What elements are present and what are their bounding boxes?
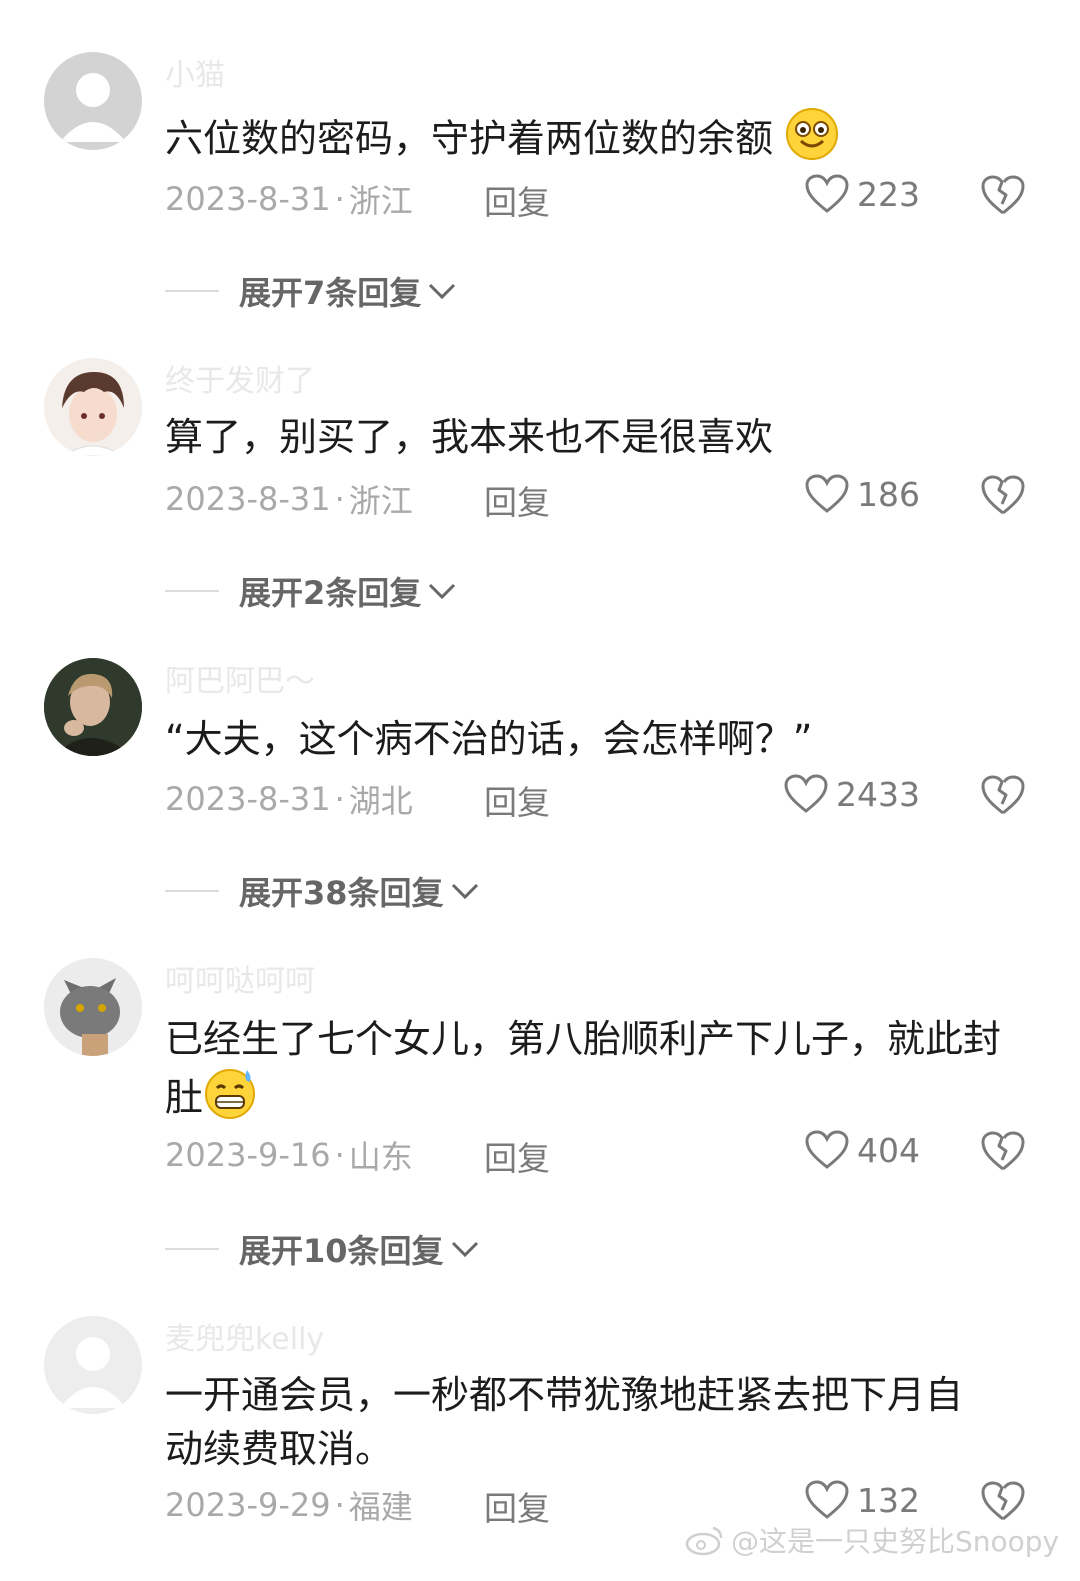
comment-date: 2023-8-31 <box>165 780 331 818</box>
broken-heart-icon <box>981 1131 1025 1171</box>
watermark-text: @这是一只史努比Snoopy <box>731 1525 1060 1558</box>
reply-button[interactable]: 回复 <box>484 176 550 224</box>
expand-replies-button[interactable]: 展开10条回复 <box>165 1226 480 1272</box>
reply-button[interactable]: 回复 <box>484 476 550 524</box>
expand-replies-label: 展开38条回复 <box>239 874 444 912</box>
avatar[interactable] <box>44 658 142 756</box>
like-button[interactable]: 2433 <box>784 774 920 814</box>
avatar[interactable] <box>44 52 142 150</box>
divider-line <box>165 590 219 592</box>
comment-date: 2023-9-29 <box>165 1486 331 1524</box>
username[interactable]: 小猫 <box>165 50 225 94</box>
cat-avatar-icon <box>44 958 142 1056</box>
like-button[interactable]: 132 <box>805 1480 920 1520</box>
like-count: 2433 <box>836 774 920 814</box>
comment-meta: 2023-8-31 · 湖北 <box>165 776 413 822</box>
expand-replies-button[interactable]: 展开7条回复 <box>165 268 457 314</box>
expand-replies-button[interactable]: 展开38条回复 <box>165 868 480 914</box>
comment-location: 山东 <box>348 1138 413 1176</box>
meta-separator: · <box>334 1486 345 1524</box>
dislike-button[interactable] <box>980 174 1026 220</box>
username[interactable]: 麦兜兜kelly <box>165 1314 324 1358</box>
like-count: 404 <box>857 1130 920 1170</box>
comment-date: 2023-8-31 <box>165 180 331 218</box>
meta-separator: · <box>334 1136 345 1174</box>
reply-button[interactable]: 回复 <box>484 1482 550 1530</box>
like-count: 223 <box>857 174 920 214</box>
meta-separator: · <box>334 180 345 218</box>
avatar[interactable] <box>44 1316 142 1414</box>
smiling-face-emoji-icon <box>785 107 839 175</box>
username[interactable]: 终于发财了 <box>165 356 315 400</box>
heart-outline-icon <box>805 1130 849 1169</box>
dislike-button[interactable] <box>980 774 1026 820</box>
chevron-down-icon <box>429 283 456 300</box>
comment-text: “大夫，这个病不治的话，会怎样啊？” <box>165 717 813 761</box>
comment-location: 浙江 <box>348 182 413 220</box>
comment-text: 六位数的密码，守护着两位数的余额 <box>165 107 1025 175</box>
like-button[interactable]: 404 <box>805 1130 920 1170</box>
broken-heart-icon <box>981 775 1025 815</box>
comment-meta: 2023-9-16 · 山东 <box>165 1132 413 1178</box>
comment-location: 湖北 <box>348 782 413 820</box>
expand-replies-label: 展开7条回复 <box>239 274 422 312</box>
default-avatar-icon <box>60 73 126 142</box>
comment-date: 2023-8-31 <box>165 480 331 518</box>
anime-boy-avatar-icon <box>44 358 142 456</box>
divider-line <box>165 290 219 292</box>
reply-button[interactable]: 回复 <box>484 1132 550 1180</box>
watermark: @这是一只史努比Snoopy <box>685 1520 1059 1560</box>
reply-button[interactable]: 回复 <box>484 776 550 824</box>
expand-replies-button[interactable]: 展开2条回复 <box>165 568 457 614</box>
photo-avatar-icon <box>44 658 142 756</box>
broken-heart-icon <box>981 1481 1025 1521</box>
avatar[interactable] <box>44 958 142 1056</box>
divider-line <box>165 890 219 892</box>
comment-meta: 2023-8-31 · 浙江 <box>165 176 413 222</box>
heart-outline-icon <box>784 774 828 813</box>
heart-outline-icon <box>805 474 849 513</box>
dislike-button[interactable] <box>980 1130 1026 1176</box>
like-button[interactable]: 186 <box>805 474 920 514</box>
comment-text: 算了，别买了，我本来也不是很喜欢 <box>165 415 774 459</box>
broken-heart-icon <box>981 475 1025 515</box>
comment-location: 福建 <box>348 1488 413 1526</box>
like-count: 186 <box>857 474 920 514</box>
comment-meta: 2023-8-31 · 浙江 <box>165 476 413 522</box>
comment-date: 2023-9-16 <box>165 1136 331 1174</box>
chevron-down-icon <box>451 1241 478 1258</box>
heart-outline-icon <box>805 1480 849 1519</box>
default-avatar-icon <box>44 1316 142 1414</box>
weibo-logo-icon <box>685 1526 723 1556</box>
username[interactable]: 阿巴阿巴～ <box>165 656 315 700</box>
chevron-down-icon <box>429 583 456 600</box>
chevron-down-icon <box>451 883 478 900</box>
expand-replies-label: 展开10条回复 <box>239 1232 444 1270</box>
avatar[interactable] <box>44 358 142 456</box>
grimacing-sweat-emoji-icon <box>203 1066 257 1134</box>
comment-meta: 2023-9-29 · 福建 <box>165 1482 413 1528</box>
like-button[interactable]: 223 <box>805 174 920 214</box>
meta-separator: · <box>334 480 345 518</box>
broken-heart-icon <box>981 175 1025 215</box>
like-count: 132 <box>857 1480 920 1520</box>
heart-outline-icon <box>805 174 849 213</box>
meta-separator: · <box>334 780 345 818</box>
username[interactable]: 呵呵哒呵呵 <box>165 956 315 1000</box>
expand-replies-label: 展开2条回复 <box>239 574 422 612</box>
divider-line <box>165 1248 219 1250</box>
dislike-button[interactable] <box>980 474 1026 520</box>
comment-text: 一开通会员，一秒都不带犹豫地赶紧去把下月自动续费取消。 <box>165 1373 964 1471</box>
comment-text: 已经生了七个女儿，第八胎顺利产下儿子，就此封肚 <box>165 1012 1025 1134</box>
comment-location: 浙江 <box>348 482 413 520</box>
